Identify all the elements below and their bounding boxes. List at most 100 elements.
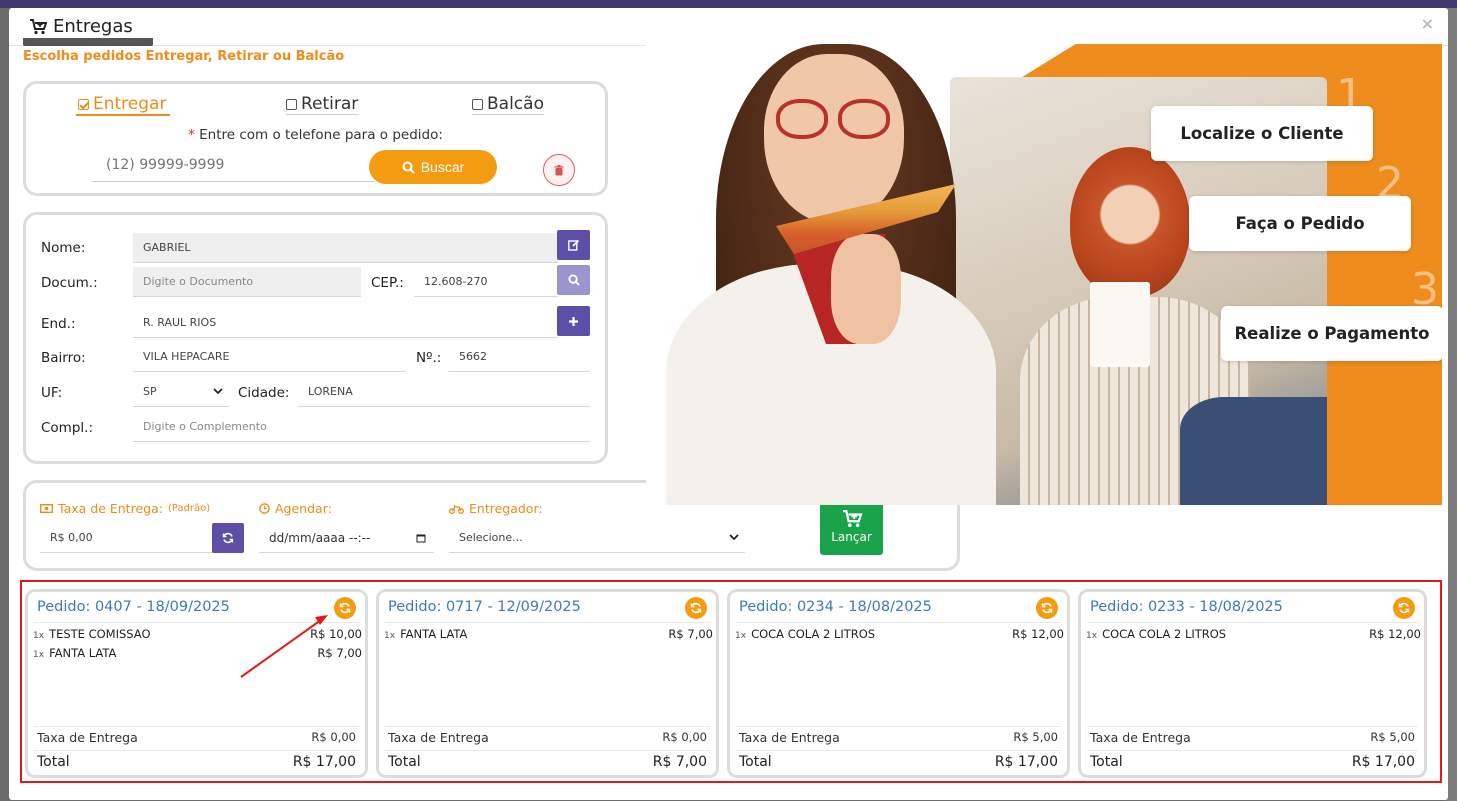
courier-select-value: Selecione... xyxy=(459,531,523,544)
courier-label: Entregador: xyxy=(449,501,543,516)
order-item: 1x TESTE COMISSAO R$ 10,00 xyxy=(33,627,362,641)
number-field[interactable]: 5662 xyxy=(449,342,590,372)
customer-form: Nome: GABRIEL Docum.: Digite o Documento… xyxy=(23,212,608,464)
item-price: R$ 7,00 xyxy=(668,627,713,641)
item-price: R$ 12,00 xyxy=(1012,627,1064,641)
launch-button-label: Lançar xyxy=(831,530,872,544)
close-icon[interactable]: × xyxy=(1421,14,1434,33)
search-icon xyxy=(402,161,415,174)
phone-input[interactable] xyxy=(92,148,374,182)
modal-header: Entregas × xyxy=(9,8,1448,46)
phone-search-panel: Entregar Retirar Balcão * Entre com o te… xyxy=(23,81,608,196)
reset-fee-button[interactable] xyxy=(212,523,244,553)
order-card[interactable]: Pedido: 0234 - 18/08/2025 1x COCA COLA 2 … xyxy=(727,589,1070,778)
fee-label-text: Taxa de Entrega: xyxy=(58,501,163,516)
phone-label-text: Entre com o telefone para o pedido: xyxy=(199,127,443,143)
district-label: Bairro: xyxy=(41,350,86,366)
edit-customer-button[interactable] xyxy=(557,230,590,260)
district-field[interactable]: VILA HEPACARE xyxy=(133,342,406,372)
reload-order-button[interactable] xyxy=(334,597,356,619)
item-name: COCA COLA 2 LITROS xyxy=(1102,627,1227,641)
uf-label: UF: xyxy=(41,385,63,401)
refresh-icon xyxy=(222,532,234,544)
name-label: Nome: xyxy=(41,240,86,256)
tab-balcao-label: Balcão xyxy=(487,94,544,114)
schedule-field[interactable]: dd/mm/aaaa --:-- xyxy=(259,523,434,553)
order-card[interactable]: Pedido: 0233 - 18/08/2025 1x COCA COLA 2 … xyxy=(1078,589,1427,778)
address-label: End.: xyxy=(41,316,76,332)
item-qty: 1x xyxy=(1086,631,1098,641)
modal-title: Entregas xyxy=(29,16,133,37)
order-item: 1x FANTA LATA R$ 7,00 xyxy=(384,627,713,641)
calendar-icon xyxy=(416,534,426,542)
reload-order-button[interactable] xyxy=(1393,597,1415,619)
money-icon xyxy=(40,504,53,513)
order-fee: Taxa de Entrega R$ 0,00 xyxy=(37,730,356,745)
schedule-placeholder: dd/mm/aaaa --:-- xyxy=(269,530,371,545)
courier-label-text: Entregador: xyxy=(469,501,543,516)
city-label: Cidade: xyxy=(238,385,290,401)
order-item: 1x COCA COLA 2 LITROS R$ 12,00 xyxy=(735,627,1064,641)
schedule-label: Agendar: xyxy=(259,501,332,516)
fee-label: Taxa de Entrega: (Padrão) xyxy=(40,501,210,516)
order-fee: Taxa de Entrega R$ 0,00 xyxy=(388,730,707,745)
city-field[interactable]: LORENA xyxy=(298,377,590,407)
check-square-icon xyxy=(78,98,89,110)
complement-label: Compl.: xyxy=(41,420,93,436)
item-price: R$ 10,00 xyxy=(310,627,362,641)
refresh-icon xyxy=(1398,602,1410,614)
item-qty: 1x xyxy=(735,631,747,641)
search-icon xyxy=(567,274,580,286)
mode-tabs: Entregar Retirar Balcão xyxy=(26,94,605,118)
tab-entregar[interactable]: Entregar xyxy=(76,94,171,116)
edit-icon xyxy=(567,239,579,251)
app-top-bar xyxy=(0,0,1457,8)
search-button[interactable]: Buscar xyxy=(369,150,497,184)
chevron-down-icon xyxy=(729,534,739,541)
order-card[interactable]: Pedido: 0407 - 18/09/2025 1x TESTE COMISS… xyxy=(25,589,368,778)
item-price: R$ 12,00 xyxy=(1369,627,1421,641)
orders-highlight: Pedido: 0407 - 18/09/2025 1x TESTE COMISS… xyxy=(20,580,1442,783)
tab-entregar-label: Entregar xyxy=(93,94,167,114)
complement-field[interactable]: Digite o Complemento xyxy=(133,412,590,442)
add-address-button[interactable] xyxy=(557,306,590,336)
uf-select-value: SP xyxy=(143,385,157,398)
launch-button[interactable]: Lançar xyxy=(820,499,883,555)
cep-label: CEP.: xyxy=(371,275,404,291)
uf-select[interactable]: SP xyxy=(133,377,229,407)
document-label: Docum.: xyxy=(41,275,98,291)
chevron-down-icon xyxy=(213,388,223,395)
tab-balcao[interactable]: Balcão xyxy=(472,94,544,115)
motorcycle-icon xyxy=(449,504,464,514)
clear-button[interactable] xyxy=(543,154,575,186)
tab-retirar[interactable]: Retirar xyxy=(286,94,359,115)
schedule-label-text: Agendar: xyxy=(275,501,332,516)
search-button-label: Buscar xyxy=(420,159,465,175)
item-name: FANTA LATA xyxy=(400,627,468,641)
item-name: TESTE COMISSAO xyxy=(49,627,151,641)
cart-plus-icon xyxy=(842,510,863,527)
number-label: Nº.: xyxy=(416,350,442,366)
item-qty: 1x xyxy=(384,631,396,641)
clock-icon xyxy=(259,503,270,514)
reload-order-button[interactable] xyxy=(1036,597,1058,619)
item-name: FANTA LATA xyxy=(49,646,117,660)
address-field[interactable]: R. RAUL RIOS xyxy=(133,308,558,338)
cart-plus-icon xyxy=(30,18,47,34)
name-field[interactable]: GABRIEL xyxy=(133,233,558,263)
square-icon xyxy=(286,98,297,110)
order-fee: Taxa de Entrega R$ 5,00 xyxy=(739,730,1058,745)
woman-eating-pizza-image xyxy=(646,44,1006,505)
phone-label: * Entre com o telefone para o pedido: xyxy=(26,127,605,143)
step-card-pagamento: Realize o Pagamento xyxy=(1221,306,1442,361)
reload-order-button[interactable] xyxy=(685,597,707,619)
order-item: 1x COCA COLA 2 LITROS R$ 12,00 xyxy=(1086,627,1421,641)
cep-field[interactable]: 12.608-270 xyxy=(414,267,558,297)
order-card[interactable]: Pedido: 0717 - 12/09/2025 1x FANTA LATA R$… xyxy=(376,589,719,778)
fee-field[interactable]: R$ 0,00 xyxy=(40,523,215,553)
courier-select[interactable]: Selecione... xyxy=(449,523,745,553)
document-field[interactable]: Digite o Documento xyxy=(133,267,361,297)
cep-search-button[interactable] xyxy=(557,265,590,295)
entregas-modal: Entregas × Escolha pedidos Entregar, Ret… xyxy=(9,8,1448,800)
item-qty: 1x xyxy=(33,650,45,660)
